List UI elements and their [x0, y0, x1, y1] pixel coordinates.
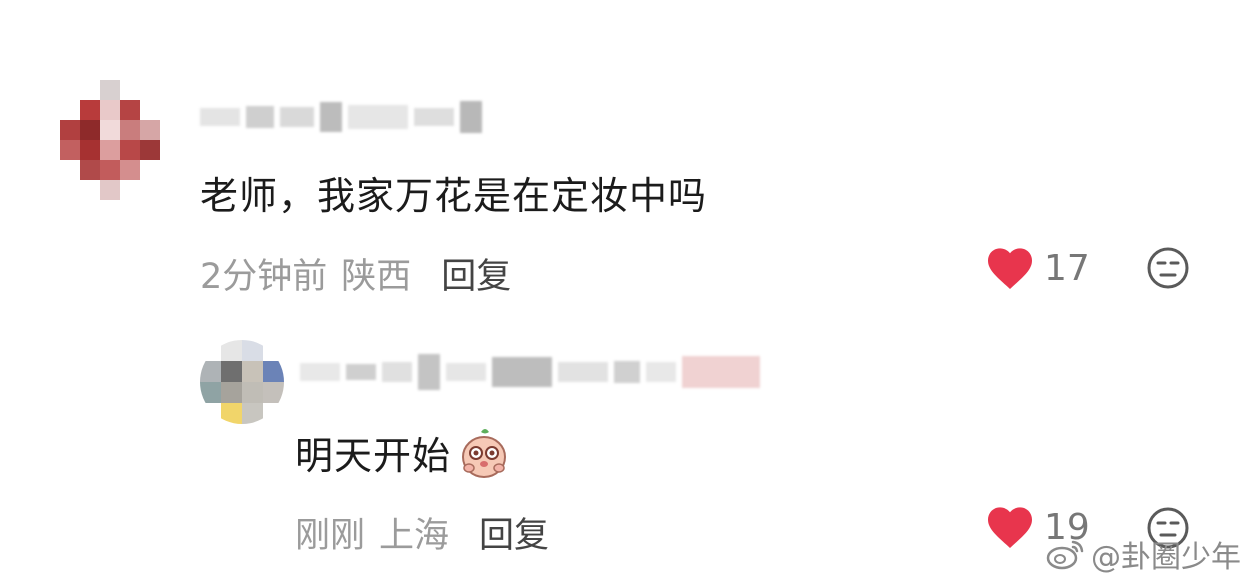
reply-reply-button[interactable]: 回复: [479, 507, 549, 558]
weibo-icon: [1046, 540, 1084, 570]
reply-avatar[interactable]: [200, 340, 284, 424]
reply-text-row: 明天开始: [295, 425, 511, 480]
comment-text: 老师，我家万花是在定妆中吗: [200, 174, 708, 218]
dislike-icon[interactable]: [1146, 246, 1190, 290]
reply-button[interactable]: 回复: [441, 248, 511, 299]
emoji-sticker-icon: [462, 428, 507, 478]
username-obscured[interactable]: [200, 100, 482, 134]
like-button[interactable]: 17: [986, 246, 1090, 290]
heart-icon: [988, 248, 1032, 289]
watermark-text: @卦圈少年: [1091, 540, 1241, 575]
like-count: 17: [1044, 247, 1090, 289]
reply-text: 明天开始: [295, 434, 452, 478]
reply-meta: 刚刚 上海 回复: [295, 507, 549, 558]
comment-location: 陕西: [341, 257, 412, 297]
comment-meta: 2分钟前 陕西 回复: [200, 248, 511, 299]
watermark: @卦圈少年: [1045, 532, 1241, 576]
reply-time: 刚刚: [295, 516, 366, 556]
comment-time: 2分钟前: [200, 257, 328, 297]
heart-icon: [988, 507, 1032, 548]
reply-location: 上海: [379, 516, 450, 556]
reply-username-obscured[interactable]: [300, 352, 760, 392]
avatar[interactable]: [60, 80, 180, 200]
